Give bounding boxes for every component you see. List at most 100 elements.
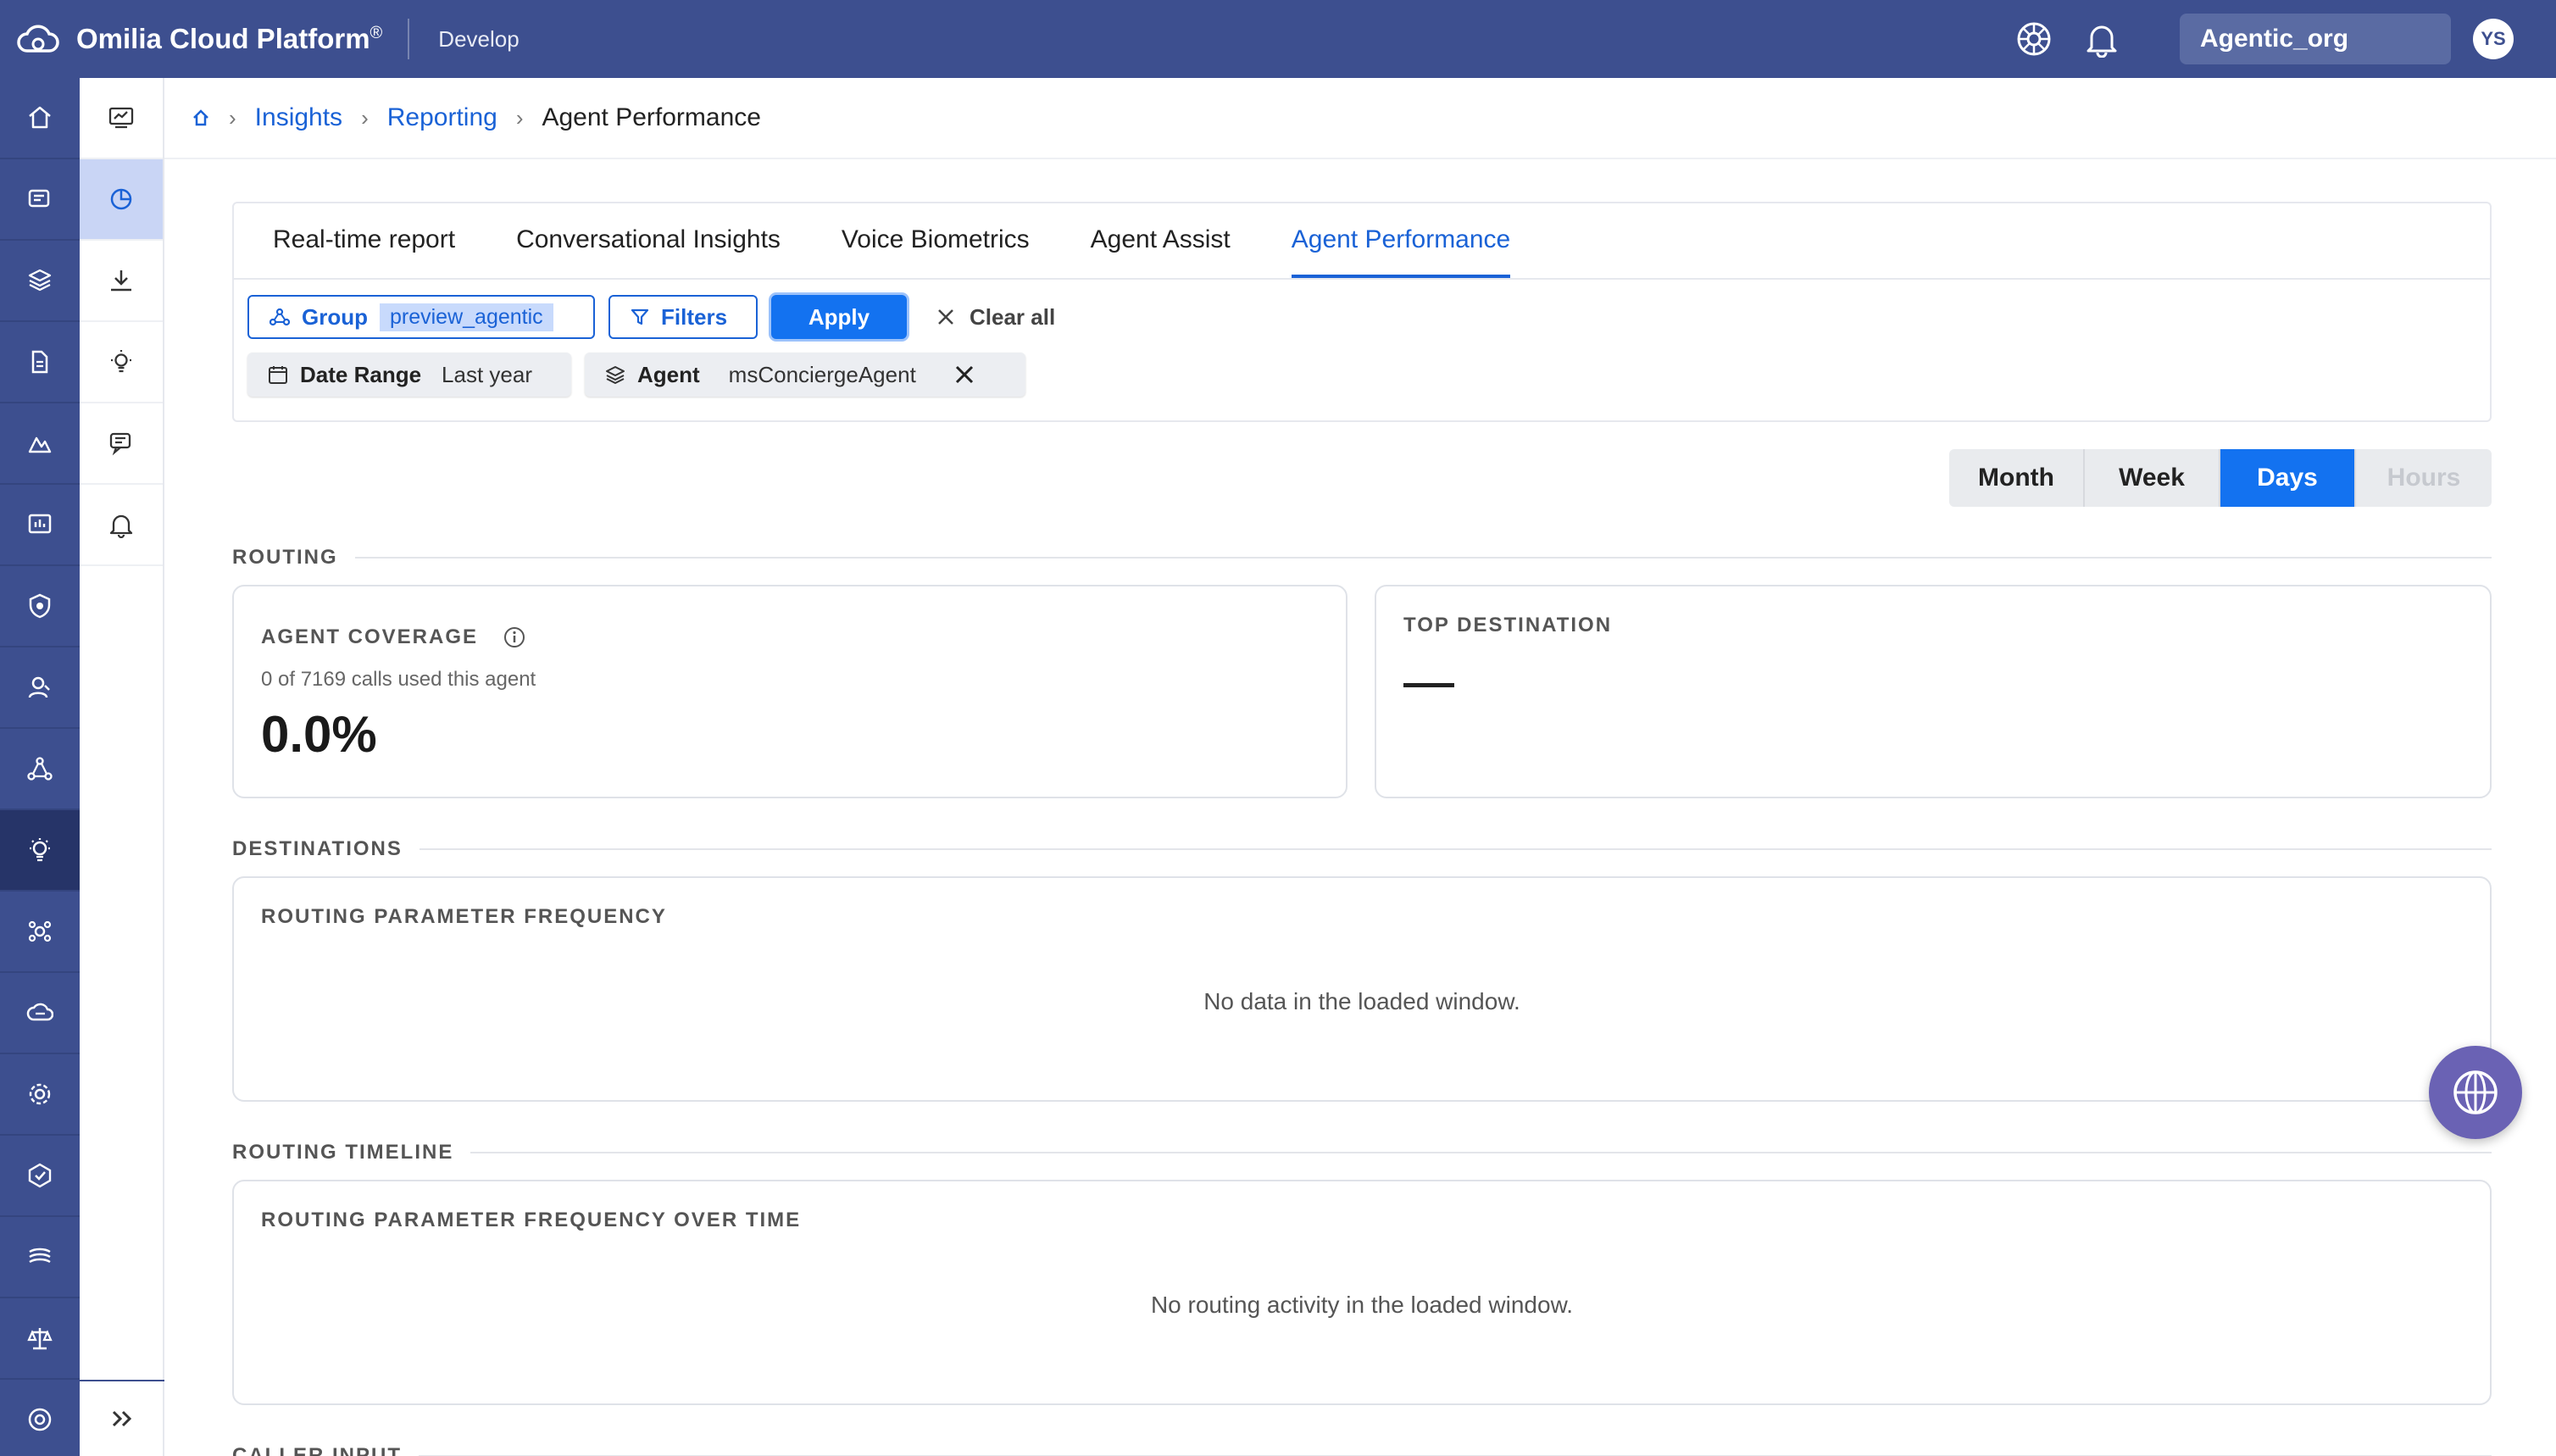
environment-label[interactable]: Develop <box>438 26 519 53</box>
agent-value: msConciergeAgent <box>728 361 916 387</box>
granularity-month[interactable]: Month <box>1949 449 2085 507</box>
agents-icon <box>28 189 50 208</box>
rail-item-support[interactable] <box>0 1380 80 1456</box>
rail-item-models[interactable] <box>0 1217 80 1298</box>
granularity-week[interactable]: Week <box>2085 449 2220 507</box>
network-icon <box>27 757 53 781</box>
tab-agent-performance[interactable]: Agent Performance <box>1291 225 1511 278</box>
subnav-item-dashboard[interactable] <box>80 78 163 159</box>
crumb-current: Agent Performance <box>542 103 761 131</box>
subnav-item-alerts[interactable] <box>80 485 163 566</box>
top-destination-title: TOP DESTINATION <box>1403 614 1613 636</box>
double-chevron-right-icon <box>112 1410 132 1427</box>
conversations-icon <box>109 432 131 456</box>
crumb-separator: › <box>515 104 524 131</box>
group-label: Group <box>302 303 368 330</box>
rail-item-documents[interactable] <box>0 322 80 403</box>
tabs-filter-card: Real-time report Conversational Insights… <box>232 202 2492 422</box>
models-icon <box>29 1248 51 1264</box>
rail-item-home[interactable] <box>0 78 80 159</box>
agent-layers-icon <box>606 366 625 384</box>
agent-label: Agent <box>637 361 700 387</box>
cloud-icon <box>26 1003 53 1021</box>
documents-icon <box>31 350 48 374</box>
security-icon <box>29 593 51 619</box>
balance-icon <box>27 1328 53 1350</box>
routing-timeline-empty: No routing activity in the loaded window… <box>1150 1292 1574 1318</box>
routing-frequency-empty: No data in the loaded window. <box>1203 988 1520 1014</box>
rail-item-layers[interactable] <box>0 241 80 322</box>
close-icon <box>938 309 953 325</box>
reporting-subnav <box>80 78 164 1456</box>
tab-agent-assist[interactable]: Agent Assist <box>1091 225 1231 278</box>
granularity-days[interactable]: Days <box>2220 449 2356 507</box>
crumb-reporting[interactable]: Reporting <box>387 103 497 132</box>
breadcrumb: › Insights › Reporting › Agent Performan… <box>164 78 2556 159</box>
rail-item-users[interactable] <box>0 647 80 729</box>
rail-item-insights[interactable] <box>0 403 80 485</box>
rail-item-agents[interactable] <box>0 159 80 241</box>
top-destination-empty-dash <box>1403 683 1454 687</box>
users-icon <box>28 676 50 698</box>
compliance-icon <box>28 1163 52 1188</box>
org-selector[interactable]: Agentic_org <box>2180 14 2451 64</box>
report-tabs: Real-time report Conversational Insights… <box>234 203 2490 280</box>
routing-timeline-section-title: ROUTING TIMELINE <box>232 1141 2492 1164</box>
download-icon <box>111 270 131 292</box>
top-destination-card: TOP DESTINATION <box>1375 585 2492 798</box>
home-icon <box>29 106 51 129</box>
subnav-item-conversations[interactable] <box>80 403 163 485</box>
monitor-icon <box>28 514 52 534</box>
rail-item-compliance[interactable] <box>0 1136 80 1217</box>
rail-item-ideas[interactable] <box>0 810 80 892</box>
filters-button[interactable]: Filters <box>608 295 758 339</box>
group-value: preview_agentic <box>380 303 553 331</box>
brand[interactable]: Omilia Cloud Platform® <box>15 22 382 56</box>
tab-conversational-insights[interactable]: Conversational Insights <box>516 225 781 278</box>
routing-section-title: ROUTING <box>232 546 2492 570</box>
rail-item-security[interactable] <box>0 566 80 647</box>
filter-actions: Group preview_agentic Filters Apply Clea… <box>234 295 2490 339</box>
subnav-item-insights-bulb[interactable] <box>80 322 163 403</box>
subnav-item-download[interactable] <box>80 241 163 322</box>
rail-item-balance[interactable] <box>0 1298 80 1380</box>
tab-voice-biometrics[interactable]: Voice Biometrics <box>842 225 1030 278</box>
rail-item-settings[interactable] <box>0 1054 80 1136</box>
home-crumb-icon[interactable] <box>192 108 210 127</box>
integrations-icon <box>28 920 52 942</box>
tab-real-time-report[interactable]: Real-time report <box>273 225 455 278</box>
rail-item-integrations[interactable] <box>0 892 80 973</box>
expand-sidebar-button[interactable] <box>80 1380 164 1456</box>
support-icon <box>28 1408 52 1431</box>
remove-filter-icon[interactable] <box>953 364 975 386</box>
info-icon[interactable] <box>503 626 525 648</box>
alerts-icon <box>109 514 133 538</box>
routing-timeline-card: ROUTING PARAMETER FREQUENCY OVER TIME No… <box>232 1180 2492 1405</box>
granularity-toggle: Month Week Days Hours <box>1949 449 2492 507</box>
assistant-fab-button[interactable] <box>2429 1046 2522 1139</box>
ideas-icon <box>30 838 50 862</box>
agent-coverage-title: AGENT COVERAGE <box>261 625 525 649</box>
main-nav-rail <box>0 78 80 1456</box>
rail-item-monitor[interactable] <box>0 485 80 566</box>
notifications-bell-icon[interactable] <box>2081 19 2122 59</box>
crumb-separator: › <box>229 104 236 131</box>
avatar[interactable]: YS <box>2473 19 2514 59</box>
assistant-globe-icon <box>2453 1070 2498 1114</box>
agent-chip[interactable]: Agent msConciergeAgent <box>585 353 1025 397</box>
cloud-logo-icon <box>17 25 59 53</box>
routing-frequency-title: ROUTING PARAMETER FREQUENCY <box>261 905 667 928</box>
crumb-insights[interactable]: Insights <box>255 103 342 132</box>
clear-all-button[interactable]: Clear all <box>936 304 1055 331</box>
agent-coverage-subtitle: 0 of 7169 calls used this agent <box>261 668 536 691</box>
rail-item-cloud[interactable] <box>0 973 80 1054</box>
date-range-chip[interactable]: Date Range Last year <box>247 353 571 397</box>
subnav-item-reporting[interactable] <box>80 159 163 241</box>
date-range-label: Date Range <box>300 361 422 387</box>
filters-label: Filters <box>661 303 728 330</box>
apply-button[interactable]: Apply <box>771 295 907 339</box>
granularity-hours: Hours <box>2387 464 2461 492</box>
rail-item-network[interactable] <box>0 729 80 810</box>
settings-wheel-icon[interactable] <box>2014 19 2054 59</box>
group-filter-button[interactable]: Group preview_agentic <box>247 295 595 339</box>
